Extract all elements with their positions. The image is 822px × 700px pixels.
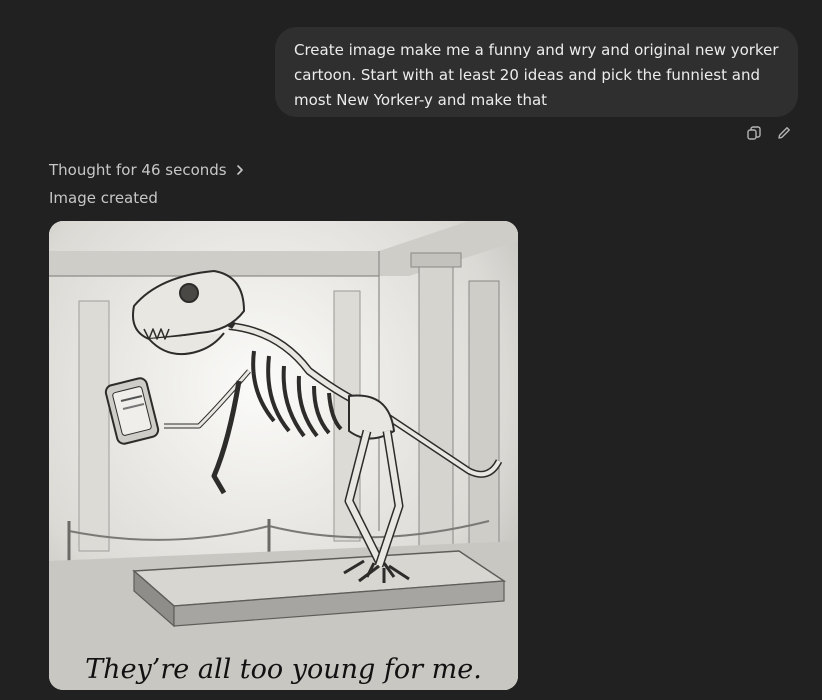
chevron-right-icon xyxy=(236,165,243,175)
cartoon-caption: They’re all too young for me. xyxy=(85,654,482,685)
message-actions xyxy=(745,124,793,142)
copy-button[interactable] xyxy=(745,124,763,142)
edit-icon xyxy=(778,127,790,139)
user-message-text: Create image make me a funny and wry and… xyxy=(294,41,779,109)
edit-button[interactable] xyxy=(775,124,793,142)
image-status: Image created xyxy=(49,189,158,207)
copy-icon xyxy=(747,126,761,140)
generated-image[interactable]: They’re all too young for me. xyxy=(49,221,518,690)
cartoon-illustration xyxy=(49,221,518,690)
user-message-bubble: Create image make me a funny and wry and… xyxy=(275,27,798,117)
thought-label: Thought for 46 seconds xyxy=(49,161,227,179)
thought-toggle[interactable]: Thought for 46 seconds xyxy=(49,161,244,179)
